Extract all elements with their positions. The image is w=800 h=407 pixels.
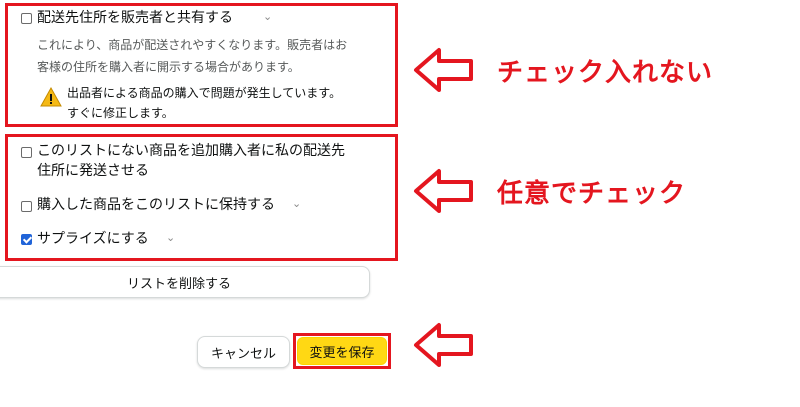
annotation-optional-check: 任意でチェック xyxy=(497,179,687,209)
annotation-no-check: チェック入れない xyxy=(497,58,714,88)
warning-text-line2: すぐに修正します。 xyxy=(67,106,174,120)
share-address-label[interactable]: 配送先住所を販売者と共有する xyxy=(37,8,233,28)
chevron-down-icon[interactable]: ⌄ xyxy=(263,10,272,23)
surprise-label[interactable]: サプライズにする xyxy=(37,229,149,249)
chevron-down-icon[interactable]: ⌄ xyxy=(166,231,175,244)
ship-unlisted-checkbox[interactable] xyxy=(21,147,32,158)
left-arrow-icon xyxy=(414,48,473,92)
left-arrow-icon xyxy=(414,169,473,213)
highlight-box-save: 変更を保存 xyxy=(293,333,391,369)
delete-list-button[interactable]: リストを削除する xyxy=(0,266,370,298)
ship-unlisted-label-line2[interactable]: 住所に発送させる xyxy=(37,161,149,181)
share-address-description-line2: 客様の住所を購入者に開示する場合があります。 xyxy=(37,60,300,74)
chevron-down-icon[interactable]: ⌄ xyxy=(292,197,301,210)
warning-text-line1: 出品者による商品の購入で問題が発生しています。 xyxy=(67,86,342,100)
share-address-description-line1: これにより、商品が配送されやすくなります。販売者はお xyxy=(37,38,348,52)
left-arrow-icon xyxy=(414,323,473,367)
ship-unlisted-label-line1[interactable]: このリストにない商品を追加購入者に私の配送先 xyxy=(37,141,345,161)
keep-purchased-checkbox[interactable] xyxy=(21,201,32,212)
warning-icon xyxy=(40,87,62,107)
cancel-button[interactable]: キャンセル xyxy=(197,336,290,368)
keep-purchased-label[interactable]: 購入した商品をこのリストに保持する xyxy=(37,195,275,215)
save-changes-button[interactable]: 変更を保存 xyxy=(297,337,387,365)
share-address-checkbox[interactable] xyxy=(21,13,32,24)
surprise-checkbox[interactable] xyxy=(21,234,32,245)
